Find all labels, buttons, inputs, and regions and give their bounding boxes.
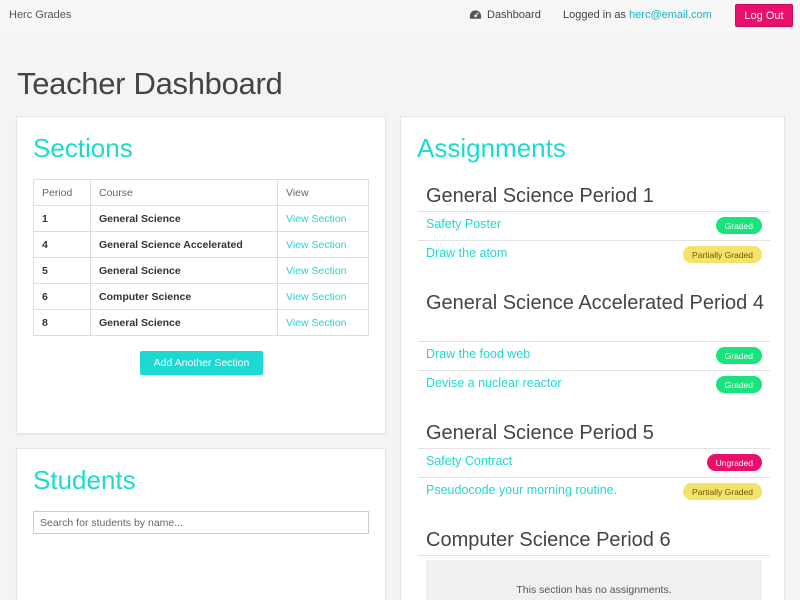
table-row: 6 Computer Science View Section [33,283,369,310]
assignment-link[interactable]: Safety Poster [426,217,501,231]
column-header-view: View [277,179,369,206]
assignment-link[interactable]: Safety Contract [426,454,512,468]
course-cell: General Science [90,309,278,336]
view-section-link[interactable]: View Section [277,231,369,258]
assignment-row[interactable]: Draw the atom Partially Graded [418,240,770,269]
period-cell: 8 [33,309,91,336]
table-row: 4 General Science Accelerated View Secti… [33,231,369,258]
students-title: Students [33,465,136,495]
status-badge: Ungraded [706,454,762,471]
group-title: Computer Science Period 6 [426,529,671,551]
brand-link[interactable]: Herc Grades [9,9,71,21]
dashboard-link[interactable]: Dashboard [469,9,541,21]
page-title: Teacher Dashboard [17,66,283,101]
assignment-row[interactable]: Draw the food web Graded [418,341,770,370]
course-cell: General Science [90,257,278,284]
group-title: General Science Period 5 [426,422,654,444]
logout-button[interactable]: Log Out [735,4,793,27]
status-badge: Graded [715,376,762,393]
view-section-link[interactable]: View Section [277,283,369,310]
status-badge: Graded [715,347,762,364]
user-email-link[interactable]: herc@email.com [629,9,712,21]
view-section-link[interactable]: View Section [277,257,369,284]
sections-card: Sections Period Course View 1 General Sc… [16,116,386,434]
group-title: General Science Period 1 [426,185,654,207]
table-header-row: Period Course View [33,179,369,206]
status-badge: Partially Graded [683,483,762,500]
course-cell: General Science Accelerated [90,231,278,258]
assignments-card: Assignments General Science Period 1 Saf… [400,116,785,600]
period-cell: 6 [33,283,91,310]
assignment-row[interactable]: Safety Contract Ungraded [418,448,770,477]
assignment-link[interactable]: Devise a nuclear reactor [426,376,561,390]
table-row: 5 General Science View Section [33,257,369,284]
assignment-row[interactable]: Devise a nuclear reactor Graded [418,370,770,399]
dashboard-icon [469,10,482,19]
period-cell: 5 [33,257,91,284]
period-cell: 4 [33,231,91,258]
logged-in-prefix: Logged in as [563,9,630,21]
empty-assignments-message: This section has no assignments. [426,560,762,600]
column-header-period: Period [33,179,91,206]
assignment-link[interactable]: Draw the food web [426,347,530,361]
navbar: Herc Grades Dashboard Logged in as herc@… [0,0,800,32]
group-title: General Science Accelerated Period 4 [426,292,764,314]
course-cell: General Science [90,205,278,232]
view-section-link[interactable]: View Section [277,309,369,336]
course-cell: Computer Science [90,283,278,310]
status-badge: Graded [715,217,762,234]
logged-in-status: Logged in as herc@email.com [563,9,712,21]
table-row: 1 General Science View Section [33,205,369,232]
assignment-row[interactable]: Pseudocode your morning routine. Partial… [418,477,770,506]
assignments-title: Assignments [417,133,566,163]
table-row: 8 General Science View Section [33,309,369,336]
student-search-input[interactable] [33,511,369,534]
column-header-course: Course [90,179,278,206]
dashboard-label: Dashboard [487,9,541,21]
add-section-button[interactable]: Add Another Section [140,351,263,375]
assignment-link[interactable]: Draw the atom [426,246,507,260]
sections-title: Sections [33,133,133,163]
assignment-row[interactable]: Safety Poster Graded [418,211,770,240]
period-cell: 1 [33,205,91,232]
assignment-link[interactable]: Pseudocode your morning routine. [426,483,617,497]
status-badge: Partially Graded [683,246,762,263]
view-section-link[interactable]: View Section [277,205,369,232]
sections-table: Period Course View 1 General Science Vie… [33,179,369,336]
divider [418,555,770,556]
students-card: Students [16,448,386,600]
